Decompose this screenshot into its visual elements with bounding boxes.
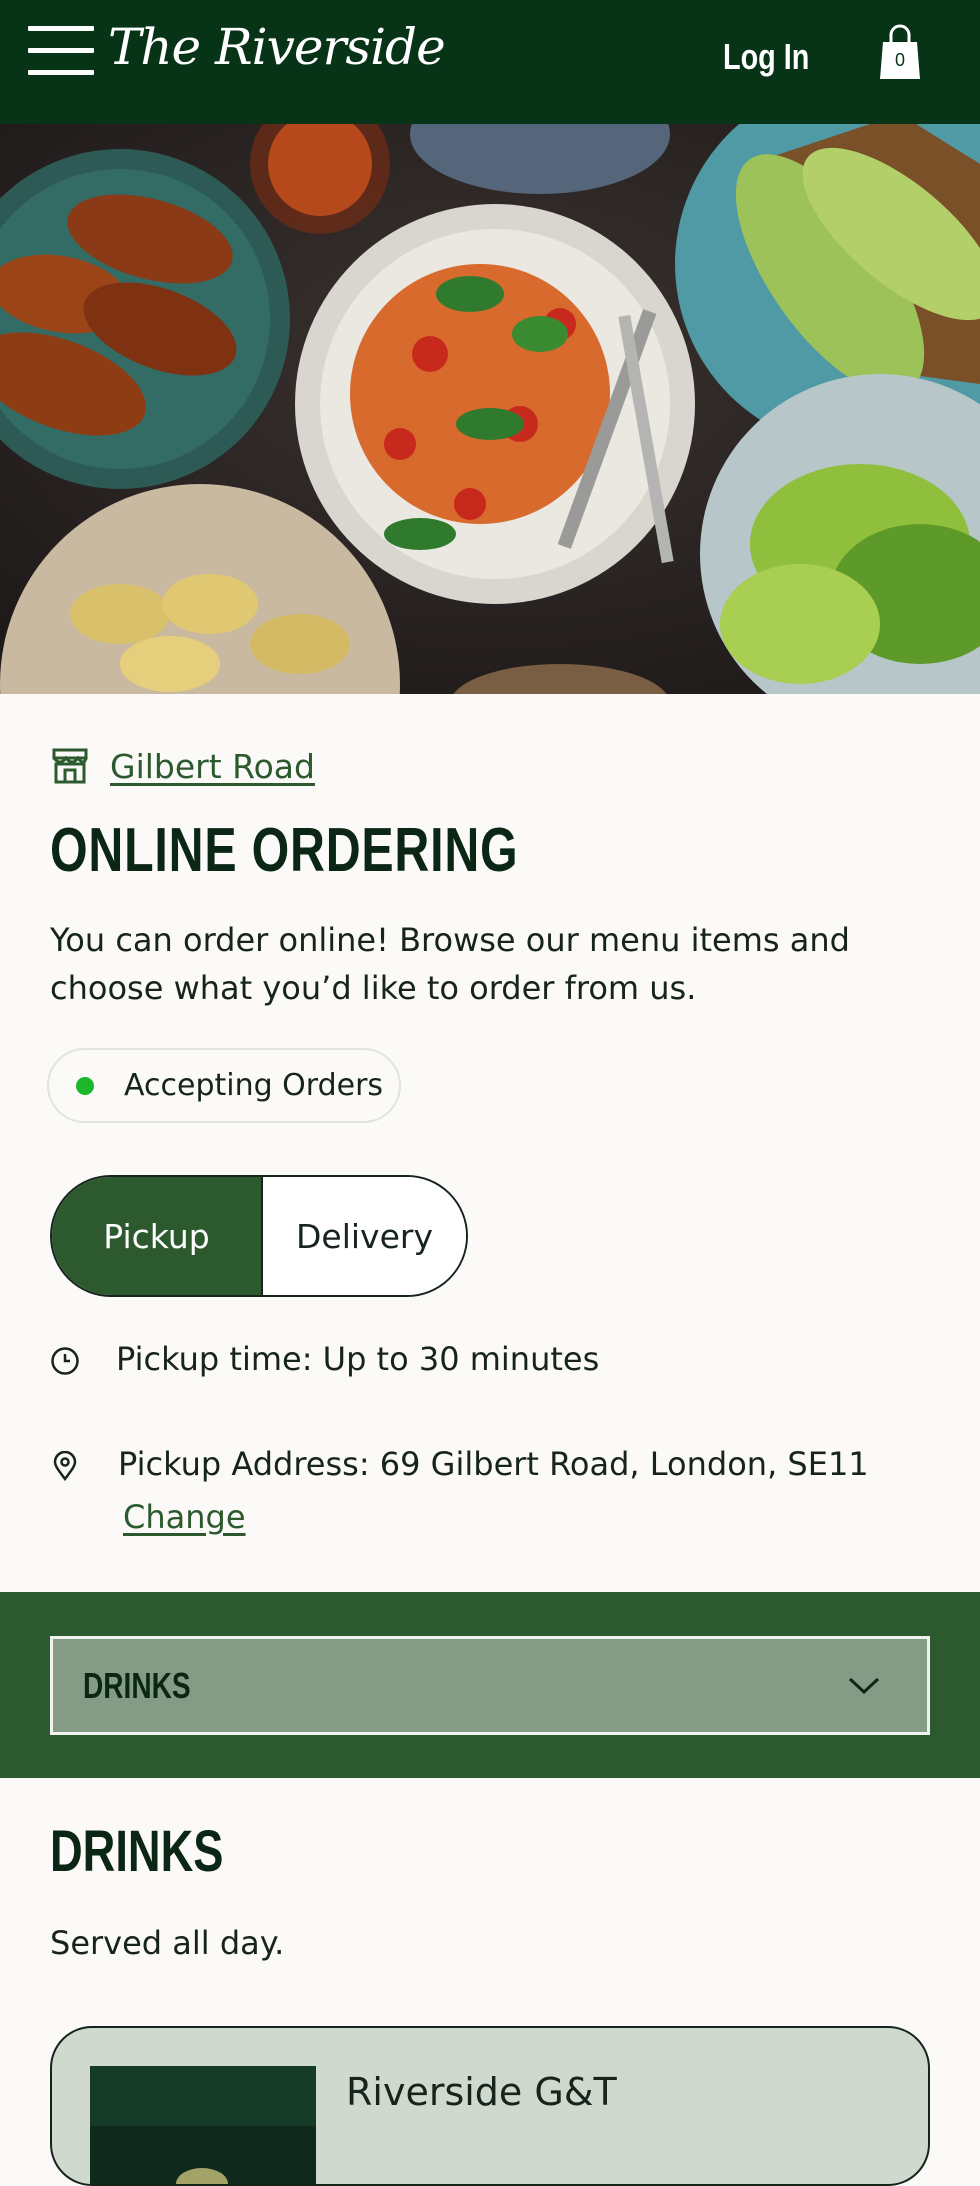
location: Gilbert Road — [50, 746, 315, 786]
status-dot-icon — [76, 1076, 94, 1095]
change-address-link[interactable]: Change — [123, 1498, 246, 1536]
drink-illustration — [90, 2066, 316, 2184]
cart-count: 0 — [894, 50, 905, 70]
location-pin-icon — [53, 1451, 77, 1481]
menu-hamburger-icon[interactable] — [28, 26, 96, 78]
section-title: DRINKS — [50, 1819, 224, 1884]
menu-item-card[interactable]: Riverside G&T — [50, 2026, 930, 2186]
pickup-address-text: Pickup Address: 69 Gilbert Road, London,… — [118, 1445, 869, 1483]
category-select[interactable]: DRINKS — [50, 1636, 930, 1735]
pickup-address-row: Pickup Address: 69 Gilbert Road, London,… — [50, 1445, 869, 1483]
pickup-time-row: Pickup time: Up to 30 minutes — [50, 1340, 599, 1378]
section-description: Served all day. — [50, 1924, 285, 1962]
hero-food-image — [0, 124, 980, 694]
pickup-option-button[interactable]: Pickup — [52, 1177, 263, 1295]
status-badge: Accepting Orders — [47, 1048, 401, 1123]
menu-item-image — [90, 2066, 316, 2184]
pickup-time-text: Pickup time: Up to 30 minutes — [116, 1340, 600, 1378]
order-mode-toggle: Pickup Delivery — [50, 1175, 468, 1297]
hero-illustration — [0, 124, 980, 694]
location-link[interactable]: Gilbert Road — [110, 747, 315, 786]
menu-item-name: Riverside G&T — [346, 2070, 617, 2114]
status-label: Accepting Orders — [124, 1068, 384, 1103]
login-link[interactable]: Log In — [723, 36, 809, 78]
store-icon — [52, 748, 88, 784]
clock-icon — [51, 1347, 79, 1375]
site-header: The Riverside Log In 0 — [0, 0, 980, 124]
category-select-value: DRINKS — [83, 1664, 191, 1706]
page-description: You can order online! Browse our menu it… — [50, 921, 850, 1007]
delivery-option-button[interactable]: Delivery — [263, 1177, 466, 1295]
page-title: ONLINE ORDERING — [50, 816, 519, 885]
brand-logo[interactable]: The Riverside — [108, 18, 446, 76]
chevron-down-icon — [848, 1677, 880, 1694]
cart-button[interactable]: 0 — [878, 22, 922, 82]
